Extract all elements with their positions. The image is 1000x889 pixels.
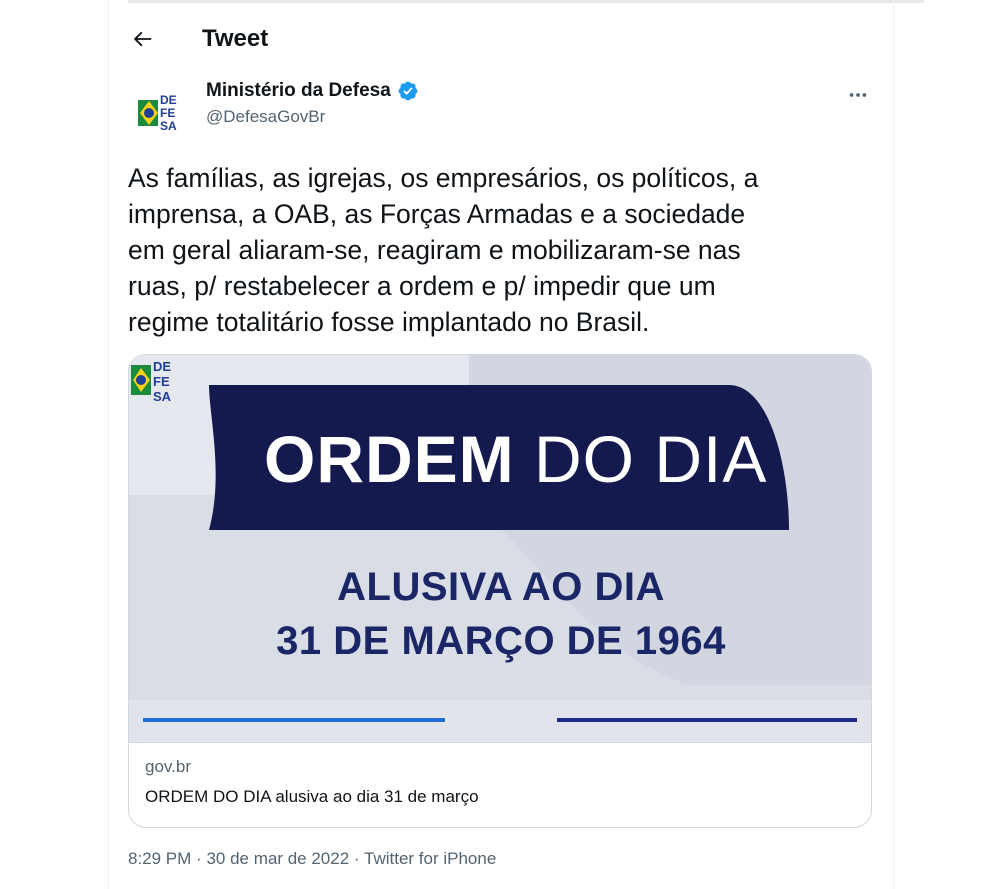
card-title: ORDEM DO DIA alusiva ao dia 31 de março	[145, 787, 479, 806]
card-image[interactable]: ORDEM DO DIA ALUSIVA AO DIA 31 DE MARÇO …	[129, 355, 871, 742]
link-preview-card[interactable]: ORDEM DO DIA ALUSIVA AO DIA 31 DE MARÇO …	[128, 354, 872, 828]
tweet-text-line: ruas, p/ restabelecer a ordem e p/ imped…	[128, 271, 716, 301]
more-options-icon	[849, 93, 867, 97]
card-domain: gov.br	[145, 757, 191, 776]
card-image-background	[129, 355, 871, 742]
tweet-text-line: As famílias, as igrejas, os empresários,…	[128, 163, 759, 193]
defesa-logo: DE FE SA	[131, 359, 172, 404]
banner-title: ORDEM DO DIA	[264, 421, 767, 497]
avatar-text-1: DE	[160, 93, 177, 107]
logo-text-1: DE	[153, 359, 171, 374]
tweet-text: As famílias, as igrejas, os empresários,…	[128, 160, 868, 340]
separator: ·	[353, 849, 360, 868]
tweet-text-line: em geral aliaram-se, reagiram e mobiliza…	[128, 235, 741, 265]
avatar-text-3: SA	[160, 119, 177, 133]
avatar-text-2: FE	[160, 106, 175, 120]
author-name-row: Ministério da Defesa	[206, 80, 419, 102]
separator: ·	[196, 849, 202, 868]
logo-text-3: SA	[153, 389, 172, 404]
more-options-button[interactable]	[843, 80, 873, 110]
author-handle[interactable]: @DefesaGovBr	[206, 107, 419, 127]
tweet-source[interactable]: Twitter for iPhone	[364, 849, 496, 868]
tweet-author: DE FE SA Ministério da Defesa @DefesaGov…	[128, 78, 873, 134]
arrow-left-icon	[133, 31, 152, 47]
tweet-time[interactable]: 8:29 PM	[128, 849, 191, 868]
banner-title-light: DO DIA	[534, 422, 768, 496]
back-button[interactable]	[128, 24, 158, 54]
tweet-text-line: imprensa, a OAB, as Forças Armadas e a s…	[128, 199, 746, 229]
author-meta: Ministério da Defesa @DefesaGovBr	[206, 80, 419, 127]
logo-text-2: FE	[153, 374, 170, 389]
banner-subtitle-line2: 31 DE MARÇO DE 1964	[276, 619, 726, 663]
card-info[interactable]: gov.br ORDEM DO DIA alusiva ao dia 31 de…	[129, 742, 871, 827]
page-header: Tweet	[128, 22, 268, 56]
banner-subtitle-line1: ALUSIVA AO DIA	[337, 565, 665, 609]
page-title: Tweet	[202, 25, 269, 52]
verified-badge-icon	[398, 81, 418, 101]
author-name[interactable]: Ministério da Defesa	[206, 80, 391, 102]
tweet-date[interactable]: 30 de mar de 2022	[206, 849, 349, 868]
banner-title-bold: ORDEM	[264, 422, 515, 496]
tweet-text-line: regime totalitário fosse implantado no B…	[128, 307, 650, 337]
avatar[interactable]: DE FE SA	[136, 86, 184, 134]
tweet-timestamp: 8:29 PM · 30 de mar de 2022 · Twitter fo…	[128, 849, 496, 869]
